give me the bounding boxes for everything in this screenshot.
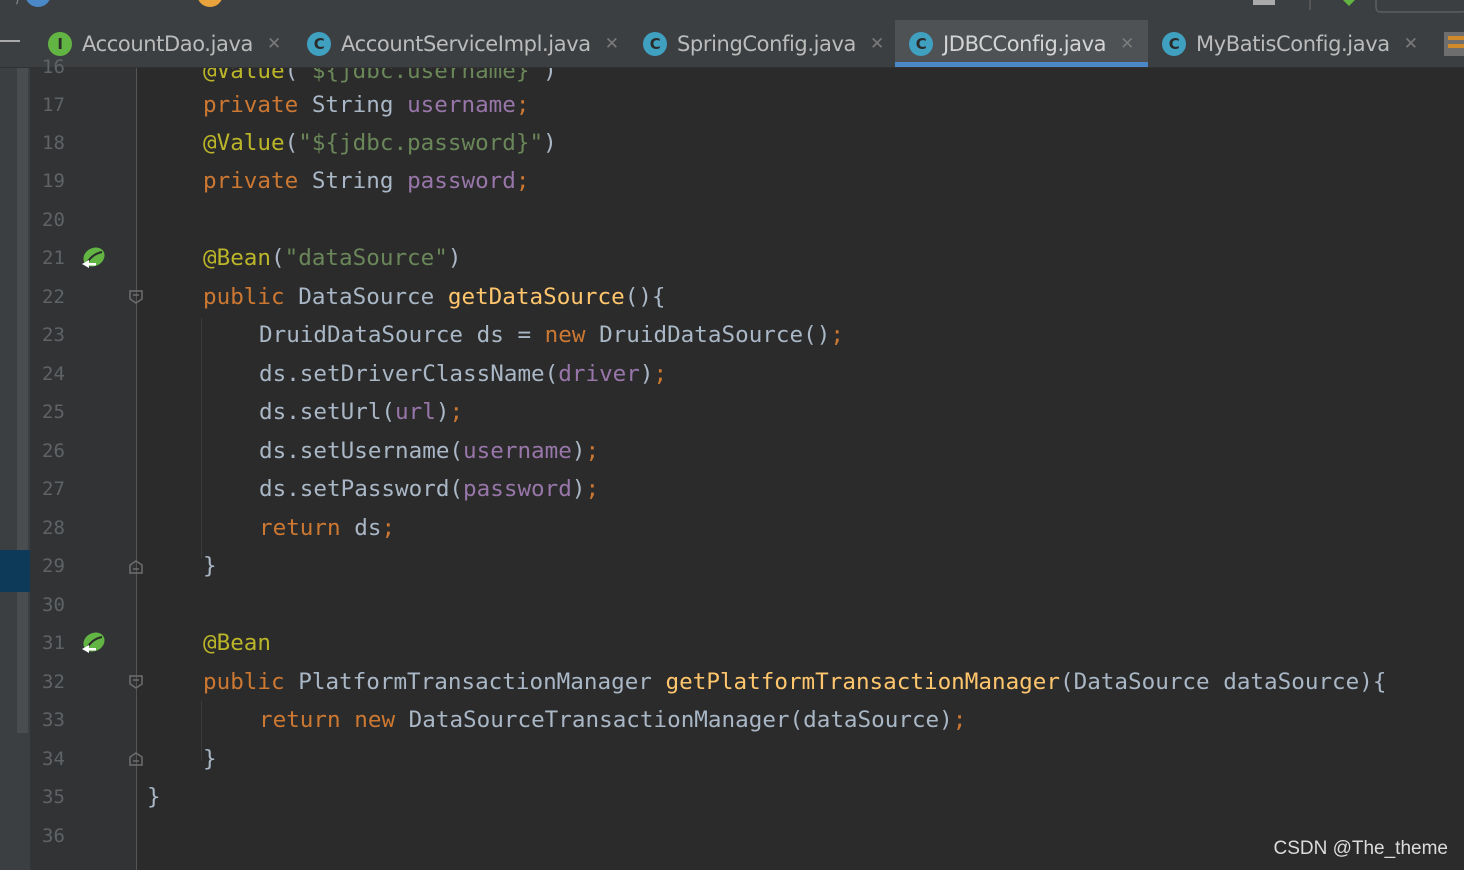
code-line-27: ds.setPassword(password); [259,476,600,502]
code-line-19: private String password; [203,168,530,194]
line-number: 25 [42,401,65,423]
tab-label: MyBatisConfig.java [1196,31,1390,56]
class-icon: C [307,31,331,56]
editor-tab-bar: I AccountDao.java ✕ C AccountServiceImpl… [0,20,1464,68]
line-number: 20 [42,209,65,231]
tab-accountdao[interactable]: I AccountDao.java ✕ [48,20,293,67]
class-icon: C [1162,31,1186,56]
tab-accountserviceimpl[interactable]: C AccountServiceImpl.java ✕ [307,20,627,67]
close-icon[interactable]: ✕ [267,34,281,54]
tab-label: AccountServiceImpl.java [341,31,591,56]
spring-bean-icon[interactable] [79,244,107,272]
current-line-marker [0,550,30,592]
line-number: 24 [42,363,65,385]
code-line-25: ds.setUrl(url); [259,399,464,425]
code-line-29: } [203,553,217,579]
line-number: 17 [42,94,65,116]
class-icon: C [643,31,667,56]
more-tabs-icon[interactable] [1440,30,1464,60]
line-number: 32 [42,671,65,693]
line-number: 16 [42,56,65,78]
code-line-21: @Bean("dataSource") [203,245,462,271]
code-line-28: return ds; [259,515,396,541]
code-line-17: private String username; [203,92,530,118]
close-icon[interactable]: ✕ [605,34,619,54]
navigation-bar: / [0,0,1464,20]
tab-mybatisconfig[interactable]: C MyBatisConfig.java ✕ [1162,20,1427,67]
tab-label: JDBCConfig.java [943,31,1107,56]
close-icon[interactable]: ✕ [1404,34,1418,54]
line-number: 31 [42,632,65,654]
tab-label: AccountDao.java [82,31,253,56]
code-line-23: DruidDataSource ds = new DruidDataSource… [259,322,844,348]
close-icon[interactable]: ✕ [1120,34,1134,54]
line-number: 33 [42,709,65,731]
structure-scrollbar[interactable] [17,68,28,733]
line-number: 36 [42,825,65,847]
code-line-26: ds.setUsername(username); [259,438,600,464]
collapse-icon[interactable] [0,40,20,42]
line-number: 23 [42,324,65,346]
active-tab-indicator [895,62,1148,67]
code-line-35: } [147,784,161,810]
line-number: 26 [42,440,65,462]
tab-jdbcconfig[interactable]: C JDBCConfig.java ✕ [895,20,1148,67]
line-number: 34 [42,748,65,770]
code-line-33: return new DataSourceTransactionManager(… [259,707,967,733]
tab-springconfig[interactable]: C SpringConfig.java ✕ [643,20,884,67]
svg-text:/: / [16,0,21,7]
code-line-34: } [203,746,217,772]
line-number: 18 [42,132,65,154]
spring-bean-icon[interactable] [79,629,107,657]
line-number: 21 [42,247,65,269]
line-number: 27 [42,478,65,500]
code-line-32: public PlatformTransactionManager getPla… [203,669,1387,695]
line-number: 19 [42,170,65,192]
line-number: 28 [42,517,65,539]
code-line-31: @Bean [203,630,272,656]
code-line-24: ds.setDriverClassName(driver); [259,361,668,387]
line-number: 22 [42,286,65,308]
line-number: 30 [42,594,65,616]
code-line-22: public DataSource getDataSource(){ [203,284,666,310]
close-icon[interactable]: ✕ [870,34,884,54]
line-number: 35 [42,786,65,808]
indent-guide [201,318,202,558]
tab-label: SpringConfig.java [677,31,857,56]
navigation-bar-fragments: / [16,0,1464,13]
watermark: CSDN @The_theme [1273,838,1448,859]
line-number: 29 [42,555,65,577]
code-line-18: @Value("${jdbc.password}") [203,130,557,156]
code-editor[interactable]: @Value("${jdbc.username}") private Strin… [137,68,1464,870]
class-icon: C [909,31,933,56]
indent-guide [201,701,202,761]
